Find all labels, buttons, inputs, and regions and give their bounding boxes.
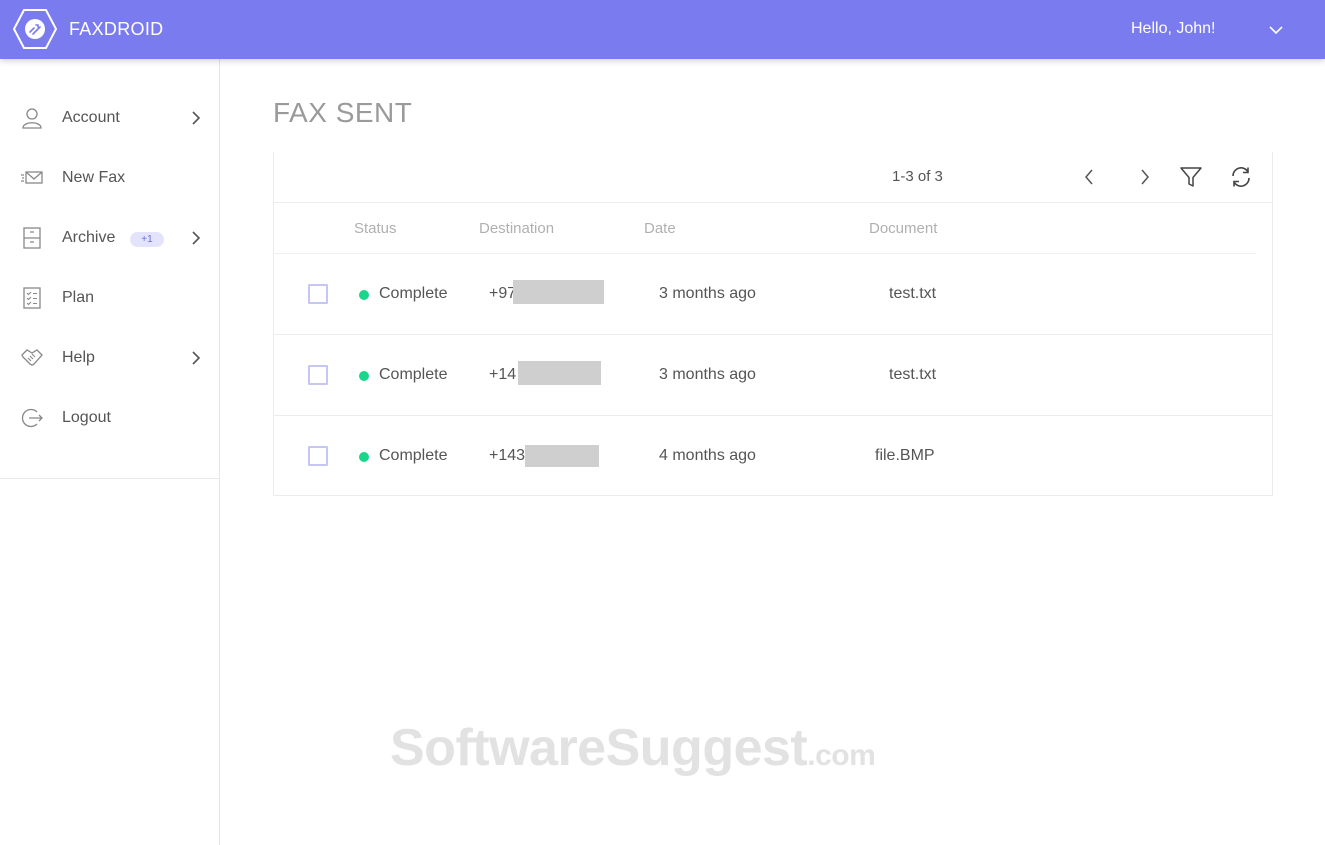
archive-count-badge: +1 [130, 232, 164, 247]
faxdroid-logo-icon[interactable] [13, 8, 57, 50]
table-header: Status Destination Date Document [274, 203, 1272, 254]
sidebar-item-help[interactable]: Help [0, 328, 219, 388]
document-name[interactable]: test.txt [889, 285, 936, 303]
cabinet-icon [23, 227, 41, 249]
status-text: Complete [379, 366, 448, 383]
envelope-icon [21, 171, 43, 184]
status-text: Complete [379, 447, 448, 464]
date-text: 4 months ago [659, 447, 756, 464]
document-name[interactable]: file.BMP [875, 447, 935, 465]
logout-icon [21, 408, 43, 428]
sidebar-item-label: New Fax [62, 169, 126, 186]
brand-name[interactable]: FAXDROID [69, 19, 163, 40]
sidebar-item-label: Plan [62, 289, 95, 306]
table-row[interactable]: Complete +14 3 months ago test.txt [274, 335, 1272, 416]
chevron-right-icon [192, 351, 201, 365]
column-header-status[interactable]: Status [354, 220, 397, 237]
chevron-left-icon [1085, 169, 1093, 185]
filter-icon [1180, 167, 1202, 187]
status-dot [359, 371, 369, 381]
handshake-icon [21, 349, 43, 366]
sidebar-item-new-fax[interactable]: New Fax [0, 148, 219, 208]
date-text: 3 months ago [659, 366, 756, 383]
sidebar-item-account[interactable]: Account [0, 88, 219, 148]
document-name[interactable]: test.txt [889, 366, 936, 384]
status-dot [359, 290, 369, 300]
destination-number: +14 [489, 366, 517, 383]
previous-page-button[interactable] [1076, 164, 1102, 190]
column-header-document[interactable]: Document [869, 220, 937, 237]
redacted-block [518, 361, 601, 385]
watermark-tld: .com [807, 739, 876, 772]
watermark: SoftwareSuggest.com [390, 718, 876, 778]
page-title: FAX SENT [273, 97, 413, 128]
table-row[interactable]: Complete +143 4 months ago file.BMP [274, 416, 1272, 497]
column-header-date[interactable]: Date [644, 220, 676, 237]
top-bar: FAXDROID Hello, John! [0, 0, 1325, 59]
sidebar-item-label: Account [62, 109, 120, 126]
sidebar-item-plan[interactable]: Plan [0, 268, 219, 328]
redacted-block [513, 280, 604, 304]
sidebar-item-label: Help [62, 349, 95, 366]
row-checkbox[interactable] [308, 365, 328, 385]
sidebar-item-logout[interactable]: Logout [0, 388, 219, 448]
refresh-button[interactable] [1228, 164, 1254, 190]
pagination-range: 1-3 of 3 [892, 168, 943, 185]
table-row[interactable]: Complete +97 3 months ago test.txt [274, 254, 1272, 335]
sidebar-item-label: Logout [62, 409, 111, 426]
refresh-icon [1232, 167, 1250, 187]
watermark-name: SoftwareSuggest [390, 719, 808, 777]
chevron-down-icon[interactable] [1268, 24, 1284, 36]
sidebar-menu: Account New Fax Archive +1 Plan Help Log… [0, 88, 219, 479]
checklist-icon [23, 287, 41, 309]
next-page-button[interactable] [1132, 164, 1158, 190]
filter-button[interactable] [1178, 164, 1204, 190]
redacted-block [525, 445, 599, 467]
table-toolbar: 1-3 of 3 [274, 152, 1272, 203]
chevron-right-icon [192, 231, 201, 245]
status-dot [359, 452, 369, 462]
column-header-destination[interactable]: Destination [479, 220, 554, 237]
status-text: Complete [379, 285, 448, 302]
user-icon [22, 108, 42, 129]
date-text: 3 months ago [659, 285, 756, 302]
destination-number: +143 [489, 447, 526, 464]
row-checkbox[interactable] [308, 446, 328, 466]
row-checkbox[interactable] [308, 284, 328, 304]
chevron-right-icon [192, 111, 201, 125]
user-greeting[interactable]: Hello, John! [1131, 20, 1216, 38]
fax-sent-table: 1-3 of 3 Status Destination Date Documen… [273, 152, 1273, 496]
sidebar-item-label: Archive [62, 229, 116, 246]
sidebar: Account New Fax Archive +1 Plan Help Log… [0, 59, 220, 845]
sidebar-item-archive[interactable]: Archive +1 [0, 208, 219, 268]
sidebar-divider [0, 478, 219, 479]
chevron-right-icon [1141, 169, 1149, 185]
